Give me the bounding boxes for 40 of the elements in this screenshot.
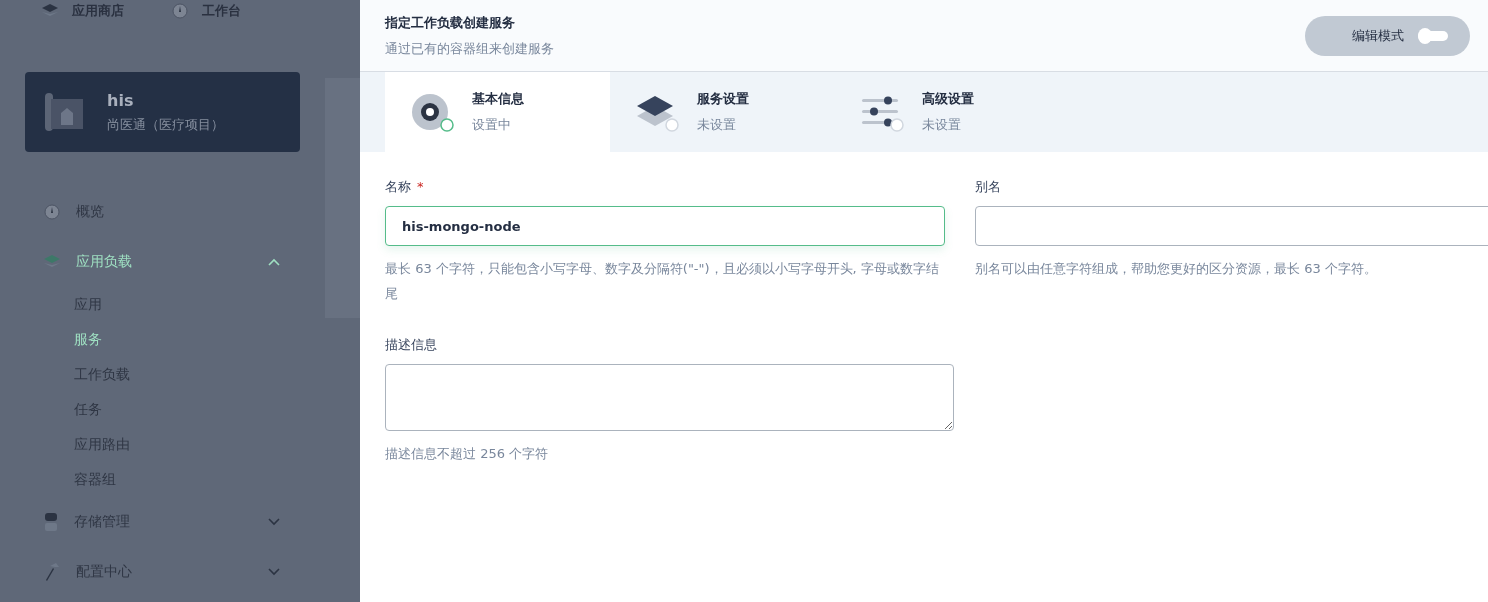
- description-textarea[interactable]: [385, 364, 954, 431]
- hammer-icon: [44, 563, 60, 581]
- project-name: his: [107, 90, 135, 110]
- step-tab[interactable]: 高级设置 未设置: [835, 72, 1060, 152]
- info-step-icon: [410, 92, 454, 132]
- project-card[interactable]: his 尚医通（医疗项目）: [25, 72, 300, 152]
- step-title: 基本信息: [472, 90, 524, 108]
- sidebar-item[interactable]: 应用负载: [76, 253, 268, 271]
- step-tab[interactable]: 服务设置 未设置: [610, 72, 835, 152]
- edit-mode-toggle[interactable]: 编辑模式: [1305, 15, 1470, 56]
- layers-icon: [44, 255, 60, 269]
- layers-icon: [42, 4, 58, 18]
- chevron-icon: [268, 568, 280, 576]
- step-tab[interactable]: 基本信息 设置中: [385, 72, 610, 152]
- project-description: 尚医通（医疗项目）: [107, 115, 224, 134]
- chevron-icon: [268, 258, 280, 266]
- project-icon: [45, 93, 85, 131]
- gauge-icon: [172, 3, 188, 19]
- database-icon: [44, 513, 58, 531]
- step-title: 高级设置: [922, 90, 974, 108]
- field-hint: 最长 63 个字符，只能包含小写字母、数字及分隔符("-")，且必须以小写字母开头, 字母或数字结尾: [385, 260, 940, 303]
- field-label: 名称 *: [385, 178, 425, 196]
- gauge-icon: [44, 204, 60, 220]
- top-nav-item[interactable]: 应用商店: [72, 2, 124, 20]
- chevron-icon: [268, 518, 280, 526]
- top-nav-item[interactable]: 工作台: [202, 2, 241, 20]
- dialog-subtitle: 通过已有的容器组来创建服务: [385, 39, 554, 58]
- field-hint: 别名可以由任意字符组成，帮助您更好的区分资源，最长 63 个字符。: [975, 260, 1378, 278]
- step-title: 服务设置: [697, 90, 749, 108]
- switch[interactable]: [1418, 30, 1448, 41]
- step-status: 设置中: [472, 116, 512, 134]
- step-status: 未设置: [922, 116, 962, 134]
- sidebar-subitem[interactable]: 服务: [74, 330, 102, 349]
- name-input[interactable]: his-mongo-node: [385, 206, 945, 246]
- field-hint: 描述信息不超过 256 个字符: [385, 445, 550, 463]
- step-status: 未设置: [697, 116, 737, 134]
- field-label: 描述信息: [385, 336, 438, 354]
- alias-input[interactable]: [975, 206, 1488, 246]
- dialog-title: 指定工作负载创建服务: [385, 13, 516, 32]
- field-label: 别名: [975, 178, 1002, 196]
